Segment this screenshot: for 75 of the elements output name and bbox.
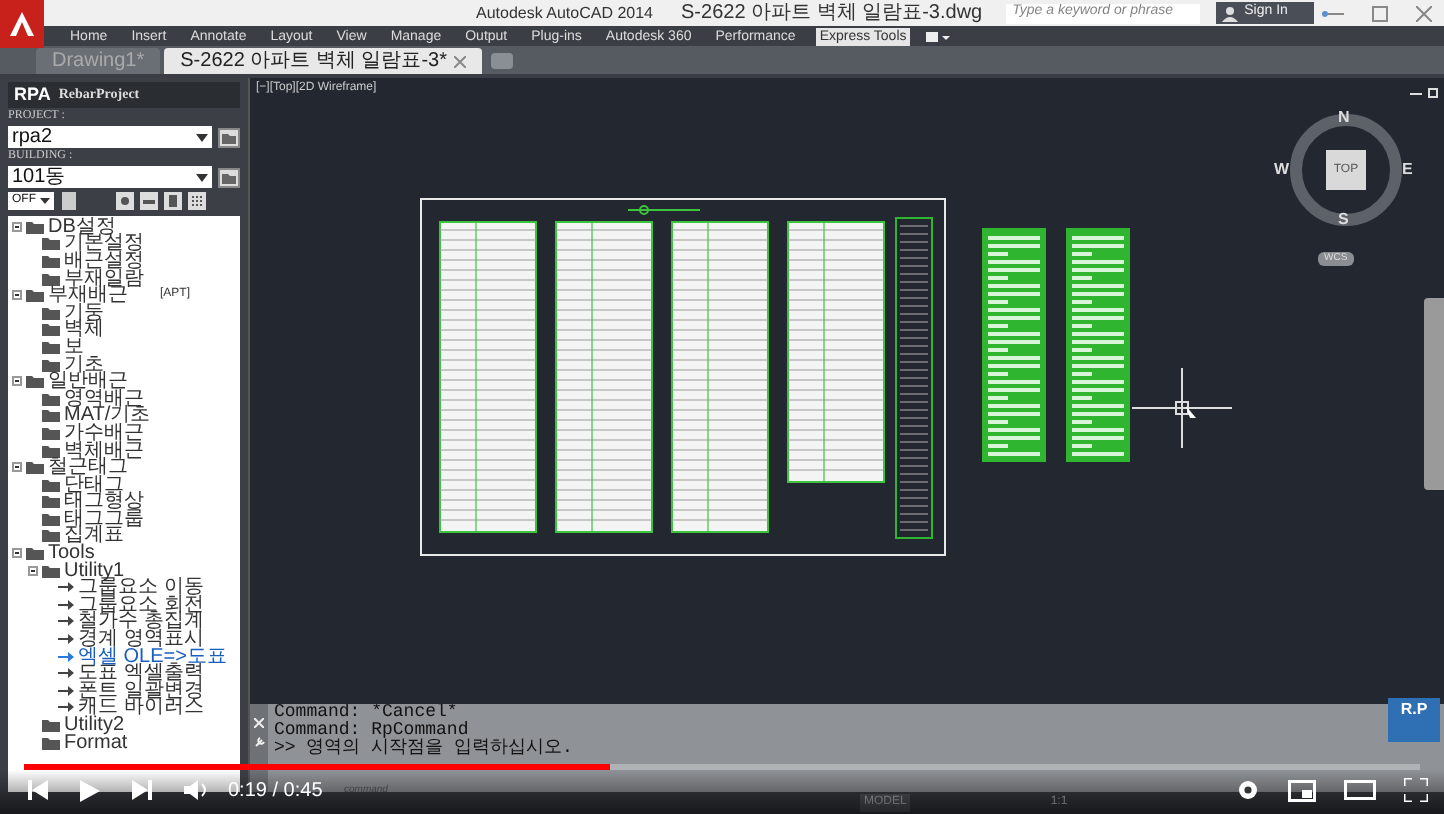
tree-item[interactable]: 영역배근 [64,389,144,408]
folder-icon [218,167,240,187]
fullscreen-icon [1404,778,1428,802]
tree-item[interactable]: 캐드 바이러스 [78,698,204,717]
tree-item[interactable]: 철근태그 [48,458,128,477]
panel-icon [140,192,158,210]
command-line-text: Command: RpCommand [274,722,469,740]
compass-letter[interactable]: N [1338,108,1350,126]
document-icon [60,192,78,210]
tree-item[interactable]: 태그그룹 [64,509,144,528]
tree-item[interactable]: 기본설정 [64,234,144,253]
tree-item[interactable]: 엑셀 OLE=>도표 [78,647,227,666]
wrench-icon [253,736,265,748]
file-tab[interactable]: S-2622 아파트 벽체 일람표-3* [164,48,482,74]
tree-item[interactable]: 그룹요소 회전 [78,595,204,614]
panel-logo: RPA [14,81,51,108]
video-time: 0:19 / 0:45 [228,777,323,805]
tree-item[interactable]: 일반배근 [48,372,128,391]
settings-icon [116,192,134,210]
tree-item[interactable]: 폰트 일괄변경 [78,681,204,700]
tree-item[interactable]: MAT/기초 [64,406,151,425]
tree-item[interactable]: 벽체배근 [64,441,144,460]
dropdown-field[interactable]: rpa2 [8,126,212,148]
caret-icon [40,198,50,204]
compass-letter[interactable]: W [1274,160,1290,178]
miniplayer-icon [1288,779,1316,801]
close-icon [1416,5,1432,21]
dropdown-field[interactable]: 101동 [8,166,212,188]
tree-item[interactable]: Utility2 [64,716,125,735]
tree-item[interactable]: 그룹요소 이동 [78,578,204,597]
tree-item[interactable]: Utility1 [64,561,125,580]
tree-item[interactable]: 철가수 총집계 [78,612,204,631]
close-icon [254,718,264,728]
tree-item[interactable]: 집계표 [64,526,124,545]
tree-item[interactable]: 도표 엑셀출력 [78,664,204,683]
dropdown-icon [926,29,951,43]
tree-item[interactable]: 경계 영역표시 [78,630,204,649]
navigation-bar[interactable] [1424,298,1444,490]
command-line-text: Command: *Cancel* [274,704,458,722]
restore-icon [1428,86,1440,98]
tree-item[interactable]: DB설정 [48,217,116,236]
tree-item[interactable]: 부재배근 [48,286,128,305]
command-line-text: >> 영역의 시작점을 입력하십시오. [274,740,573,758]
channel-logo: R.P [1388,698,1440,742]
tree-item[interactable]: 단태그 [64,475,124,494]
tree-item[interactable]: 기초 [64,355,104,374]
maximize-icon [1372,5,1388,21]
tree-item[interactable]: 기둥 [64,303,104,322]
tree-item[interactable]: 가수배근 [64,423,144,442]
tree-item[interactable]: 보 [64,337,84,356]
settings-icon [1236,778,1260,802]
tree-item[interactable]: Format [64,733,128,752]
compass-letter[interactable]: E [1402,160,1413,178]
app-logo-icon[interactable] [0,0,44,48]
crosshair-cursor-icon [1132,368,1232,448]
clipboard-icon [164,192,182,210]
theater-mode-icon [1344,780,1376,800]
progress-track[interactable] [24,764,1420,770]
new-tab-icon [489,52,514,70]
tree-item[interactable]: Tools [48,544,95,563]
tree-item[interactable]: 배근설정 [64,251,144,270]
grid-icon [188,192,206,210]
tree-item[interactable]: 벽체 [64,320,104,339]
tree-item[interactable]: 부재일람 [64,269,144,288]
file-title: S-2622 아파트 벽체 일람표-3.dwg [681,1,983,25]
compass-letter[interactable]: S [1338,210,1349,228]
help-icon [1321,5,1328,21]
tree-item[interactable]: 태그형상 [64,492,144,511]
close-icon [453,55,466,67]
collapse-icon [28,565,38,576]
folder-icon [218,127,240,147]
caret-icon [196,133,208,141]
window-title: Autodesk AutoCAD 2014 [476,1,654,25]
caret-icon [196,173,208,181]
user-icon [1222,5,1239,21]
